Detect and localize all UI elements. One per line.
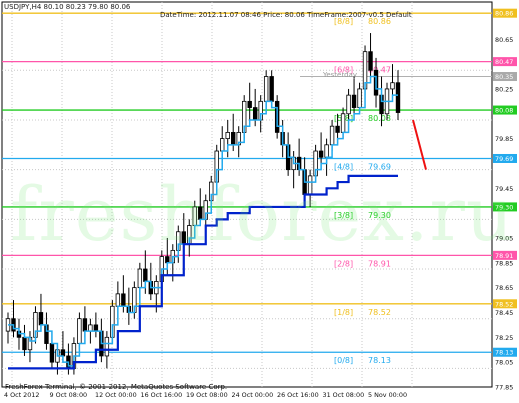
candle-body (38, 312, 44, 326)
y-tick-label: 78.85 (495, 259, 513, 267)
x-tick-label: 24 Oct 00:00 (232, 391, 274, 399)
x-tick-label: 19 Oct 08:00 (186, 391, 228, 399)
y-tick-label: 80.25 (495, 85, 513, 93)
price-badge-label: 80.86 (495, 10, 513, 18)
price-badge-label: 80.35 (495, 73, 513, 81)
murrey-level-value: 78.91 (368, 259, 391, 268)
murrey-level-label: [4/8] (334, 162, 353, 171)
candle-body (390, 82, 395, 90)
price-badge-label: 78.13 (495, 349, 513, 357)
x-tick-label: 12 Oct 00:00 (95, 391, 137, 399)
y-tick-label: 78.25 (495, 334, 513, 342)
price-badge-label: 80.08 (495, 107, 513, 115)
y-tick-label: 80.65 (495, 36, 513, 44)
candle-body (143, 268, 148, 282)
candle-body (395, 82, 401, 113)
candle-body (263, 76, 269, 102)
candle-body (60, 349, 66, 357)
murrey-level-label: [1/8] (334, 308, 353, 317)
murrey-level-value: 79.69 (368, 162, 391, 171)
y-tick-label: 77.85 (495, 384, 513, 392)
murrey-level-label: [2/8] (334, 259, 353, 268)
candle-body (340, 113, 346, 133)
murrey-level-value: 78.13 (368, 356, 391, 365)
murrey-level-label: [0/8] (334, 356, 353, 365)
candle-body (121, 293, 126, 307)
price-badge-label: 80.47 (495, 58, 513, 66)
candle-body (77, 318, 82, 344)
symbol-info: USDJPY,H4 80.10 80.23 79.80 80.06 (4, 3, 131, 11)
x-tick-label: 4 Oct 2012 (4, 391, 39, 399)
candle-body (88, 324, 93, 332)
candle-body (368, 51, 373, 71)
candle-body (137, 268, 143, 289)
x-tick-label: 16 Oct 16:00 (141, 391, 183, 399)
candle-body (231, 132, 236, 146)
candle-body (247, 100, 252, 108)
candle-body (351, 94, 357, 108)
murrey-level-value: 78.52 (368, 308, 391, 317)
candle-body (329, 125, 335, 146)
forecast-arrow (412, 119, 427, 170)
watermark: freshforex.ru (10, 172, 515, 258)
x-tick-label: 31 Oct 08:00 (323, 391, 365, 399)
candle-body (104, 336, 110, 357)
candle-body (49, 343, 55, 363)
candle-body (220, 138, 225, 152)
candle-body (346, 94, 351, 115)
y-tick-label: 79.85 (495, 135, 513, 143)
candle-body (93, 324, 99, 332)
candle-body (22, 336, 27, 351)
y-tick-label: 78.45 (495, 309, 513, 317)
y-tick-label: 78.65 (495, 284, 513, 292)
footer-copyright: FreshForex Terminal, © 2001-2012, MetaQu… (5, 383, 228, 391)
candle-body (252, 107, 258, 121)
yesterday-label: Yesterday (323, 71, 357, 79)
x-tick-label: 9 Oct 08:00 (50, 391, 88, 399)
candle-body (82, 318, 88, 332)
candle-body (225, 132, 230, 140)
candle-body (357, 88, 362, 108)
y-tick-label: 78.05 (495, 359, 513, 367)
indicator-info: DateTime: 2012.11.07 08:46 Price: 80.06 … (160, 11, 412, 19)
candle-body (335, 125, 340, 133)
price-badge-label: 78.52 (495, 300, 513, 308)
candle-body (324, 144, 329, 158)
candle-body (269, 76, 274, 102)
candle-body (318, 150, 324, 158)
price-badge-label: 79.69 (495, 155, 513, 163)
chart-window: [8/8]80.86[6/8]80.47[5/8]80.08[4/8]79.69… (0, 0, 519, 403)
x-tick-label: 26 Oct 16:00 (277, 391, 319, 399)
x-tick-label: 5 Nov 00:00 (368, 391, 407, 399)
candle-body (115, 293, 121, 307)
